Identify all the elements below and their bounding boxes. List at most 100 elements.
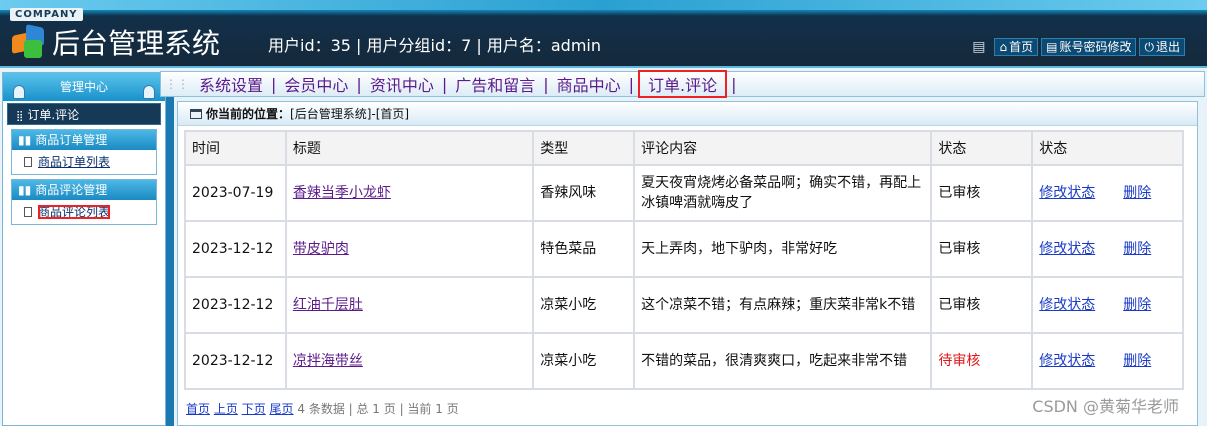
sidebar: 管理中心 ⣿ 订单.评论 ▮▮ 商品订单管理 商品订单列表 ▮▮ 商品评论管理 商品评… — [2, 72, 166, 426]
sidebar-head: 管理中心 — [3, 73, 165, 101]
column-header: 评论内容 — [633, 130, 933, 166]
cell-content: 夏天夜宵烧烤必备菜品啊；确实不错，再配上冰镇啤酒就嗨皮了 — [633, 164, 933, 222]
column-header: 状态 — [930, 130, 1034, 166]
delete-link[interactable]: 删除 — [1123, 297, 1151, 313]
table-row: 2023-12-12 带皮驴肉 特色菜品 天上弄肉，地下驴肉，非常好吃 已审核 … — [184, 220, 1184, 278]
cell-type: 凉菜小吃 — [532, 332, 636, 390]
comments-table: 时间 标题 类型 评论内容 状态 状态 2023-07-19 香辣当季小龙虾 香… — [184, 130, 1184, 390]
book-icon: ▮▮ — [18, 183, 32, 197]
title-link[interactable]: 红油千层肚 — [293, 297, 363, 313]
table-row: 2023-12-12 凉拌海带丝 凉菜小吃 不错的菜品，很清爽爽口，吃起来非常不… — [184, 332, 1184, 390]
cell-actions: 修改状态 删除 — [1031, 220, 1184, 278]
column-header: 时间 — [184, 130, 287, 166]
column-header: 状态 — [1031, 130, 1184, 166]
breadcrumb-label: 你当前的位置： — [206, 107, 291, 121]
sidebar-item-order-list[interactable]: 商品订单列表 — [12, 150, 156, 174]
cell-title: 凉拌海带丝 — [284, 332, 535, 390]
table-row: 2023-12-12 红油千层肚 凉菜小吃 这个凉菜不错；有点麻辣；重庆菜非常k… — [184, 276, 1184, 334]
sidebar-item-label[interactable]: 商品评论列表 — [38, 205, 111, 219]
edit-status-link[interactable]: 修改状态 — [1039, 297, 1095, 313]
user-info: 用户id：35 | 用户分组id：7 | 用户名：admin — [268, 36, 602, 55]
grip-icon: ⋮⋮ — [165, 77, 189, 91]
power-icon: ⏻ — [1144, 40, 1154, 54]
tab-system-settings[interactable]: 系统设置 — [191, 72, 271, 96]
cell-type: 香辣风味 — [532, 164, 636, 222]
company-badge: COMPANY — [10, 8, 83, 21]
edit-status-link[interactable]: 修改状态 — [1039, 185, 1095, 201]
app-header: COMPANY 后台管理系统 用户id：35 | 用户分组id：7 | 用户名：… — [0, 0, 1207, 68]
pager-summary: 4 条数据 | 总 1 页 | 当前 1 页 — [297, 402, 459, 416]
app-title: 后台管理系统 — [52, 27, 221, 60]
cell-time: 2023-12-12 — [184, 276, 287, 334]
tab-products[interactable]: 商品中心 — [549, 72, 629, 96]
cell-type: 凉菜小吃 — [532, 276, 636, 334]
title-link[interactable]: 香辣当季小龙虾 — [293, 185, 391, 201]
top-nav: ⋮⋮ 系统设置 | 会员中心 | 资讯中心 | 广告和留言 | 商品中心 | 订单.评论 | — [160, 70, 1205, 98]
tab-news[interactable]: 资讯中心 — [362, 72, 442, 96]
pin-icon — [13, 85, 25, 99]
column-header: 类型 — [532, 130, 636, 166]
dots-icon: ⣿ — [16, 111, 24, 122]
breadcrumb-path: [后台管理系统]-[首页] — [290, 107, 410, 121]
cell-title: 红油千层肚 — [284, 276, 535, 334]
sidebar-group-title: 商品评论管理 — [35, 183, 108, 197]
pin-icon — [143, 85, 155, 99]
book-icon: ▮▮ — [18, 133, 32, 147]
sidebar-group-head[interactable]: ▮▮ 商品订单管理 — [12, 130, 156, 150]
cell-status: 已审核 — [930, 276, 1034, 334]
sidebar-section-title: ⣿ 订单.评论 — [7, 103, 161, 125]
nav-separator: | — [731, 74, 737, 94]
edit-status-link[interactable]: 修改状态 — [1039, 241, 1095, 257]
change-password-label: 账号密码修改 — [1059, 40, 1132, 54]
sidebar-divider — [166, 72, 174, 426]
tab-members[interactable]: 会员中心 — [276, 72, 356, 96]
title-link[interactable]: 凉拌海带丝 — [293, 353, 363, 369]
main-panel: 你当前的位置：[后台管理系统]-[首页] 时间 标题 类型 评论内容 状态 状态… — [177, 101, 1198, 426]
document-icon: ▤ — [1046, 40, 1058, 54]
sidebar-head-label: 管理中心 — [59, 80, 108, 94]
home-link-label: 首页 — [1009, 40, 1034, 54]
pagination: 首页 上页 下页 尾页 4 条数据 | 总 1 页 | 当前 1 页 — [186, 400, 459, 417]
tab-orders-comments[interactable]: 订单.评论 — [638, 70, 728, 98]
nav-separator: | — [628, 74, 635, 94]
cell-type: 特色菜品 — [532, 220, 636, 278]
pager-first[interactable]: 首页 — [186, 402, 210, 416]
tab-ads-messages[interactable]: 广告和留言 — [447, 72, 543, 96]
sidebar-item-label[interactable]: 商品订单列表 — [38, 155, 110, 169]
cell-time: 2023-12-12 — [184, 220, 287, 278]
cell-status: 待审核 — [930, 332, 1034, 390]
pager-last[interactable]: 尾页 — [270, 402, 294, 416]
cell-status: 已审核 — [930, 220, 1034, 278]
home-link[interactable]: ⌂ 首页 — [994, 38, 1039, 56]
delete-link[interactable]: 删除 — [1123, 241, 1151, 257]
cell-actions: 修改状态 删除 — [1031, 276, 1184, 334]
home-icon: ⌂ — [999, 40, 1008, 54]
logout-link[interactable]: ⏻ 退出 — [1139, 38, 1185, 56]
sidebar-section-label: 订单.评论 — [27, 108, 80, 122]
pager-next[interactable]: 下页 — [242, 402, 266, 416]
header-sheen — [0, 0, 1207, 10]
cell-title: 带皮驴肉 — [284, 220, 535, 278]
edit-status-link[interactable]: 修改状态 — [1039, 353, 1095, 369]
pager-prev[interactable]: 上页 — [214, 402, 238, 416]
cell-content: 天上弄肉，地下驴肉，非常好吃 — [633, 220, 933, 278]
document-icon — [24, 157, 32, 167]
title-link[interactable]: 带皮驴肉 — [293, 241, 349, 257]
cell-status: 已审核 — [930, 164, 1034, 222]
grid-icon: ▤ — [972, 39, 986, 55]
sidebar-group-title: 商品订单管理 — [35, 133, 108, 147]
cell-actions: 修改状态 删除 — [1031, 332, 1184, 390]
sidebar-item-comment-list[interactable]: 商品评论列表 — [12, 200, 156, 224]
change-password-link[interactable]: ▤ 账号密码修改 — [1041, 38, 1137, 56]
cell-time: 2023-07-19 — [184, 164, 287, 222]
logout-label: 退出 — [1155, 40, 1180, 54]
sidebar-group-orders: ▮▮ 商品订单管理 商品订单列表 — [11, 129, 157, 175]
table-row: 2023-07-19 香辣当季小龙虾 香辣风味 夏天夜宵烧烤必备菜品啊；确实不错… — [184, 164, 1184, 222]
cell-content: 不错的菜品，很清爽爽口，吃起来非常不错 — [633, 332, 933, 390]
cell-time: 2023-12-12 — [184, 332, 287, 390]
delete-link[interactable]: 删除 — [1123, 353, 1151, 369]
watermark: CSDN @黄菊华老师 — [1032, 397, 1179, 416]
sidebar-group-head[interactable]: ▮▮ 商品评论管理 — [12, 180, 156, 200]
delete-link[interactable]: 删除 — [1123, 185, 1151, 201]
top-links: ▤ ⌂ 首页 ▤ 账号密码修改 ⏻ 退出 — [972, 38, 1185, 56]
